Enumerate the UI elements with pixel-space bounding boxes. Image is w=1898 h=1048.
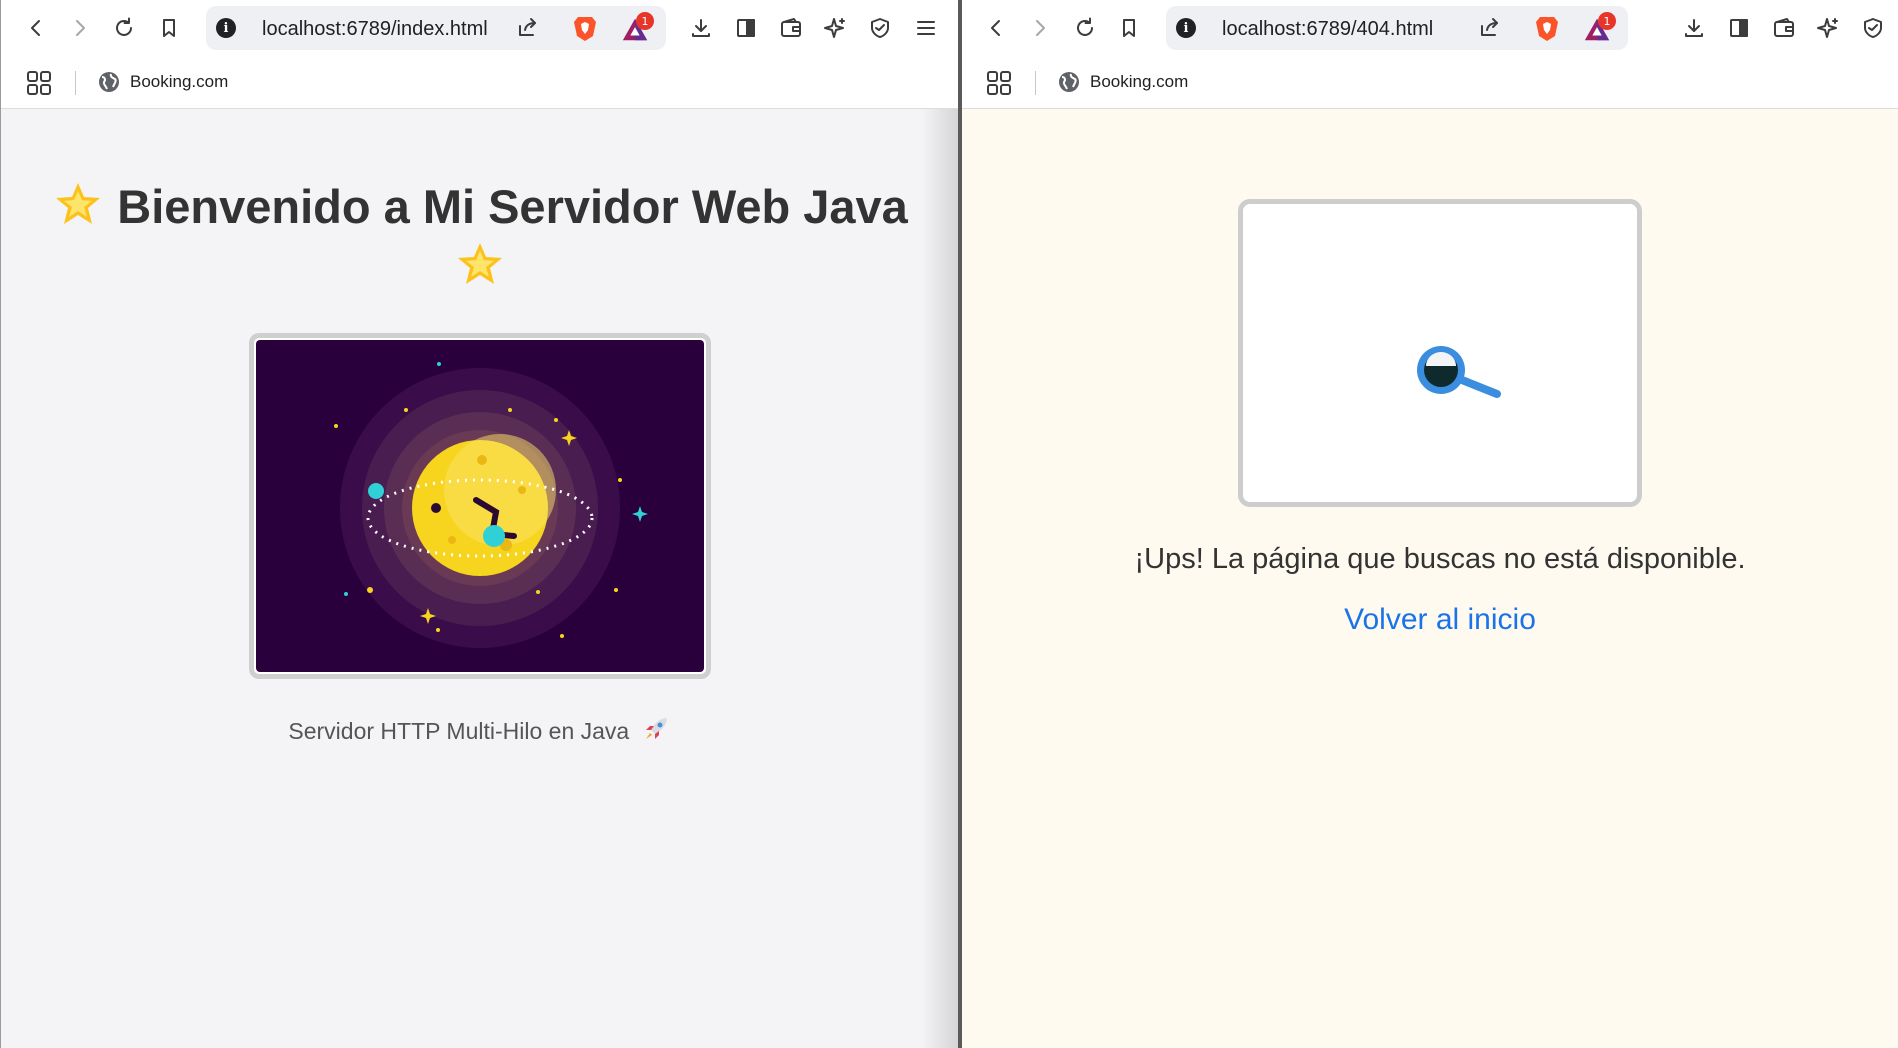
index-page: Bienvenido a Mi Servidor Web Java Servid…	[0, 109, 958, 1048]
bookmark-button[interactable]	[1109, 8, 1149, 48]
address-bar[interactable]: i localhost:6789/404.html 1	[1166, 6, 1628, 50]
share-icon	[1481, 18, 1498, 36]
magnifier-icon	[1417, 346, 1501, 398]
server-illustration-frame	[249, 333, 711, 679]
site-info-icon[interactable]: i	[216, 18, 236, 38]
bookmarks-bar: Booking.com	[962, 56, 1898, 109]
wallet-icon	[781, 18, 801, 37]
bookmark-icon	[163, 19, 175, 37]
glowing-star-icon	[454, 239, 506, 289]
sidebar-icon	[1730, 19, 1748, 37]
bookmark-booking[interactable]: Booking.com	[1058, 69, 1188, 95]
download-icon	[1685, 19, 1703, 37]
bookmarks-bar: Booking.com	[0, 56, 958, 109]
bookmarks-separator	[1035, 71, 1036, 95]
bookmark-icon	[1123, 19, 1135, 37]
globe-icon	[99, 72, 119, 92]
title-text: Bienvenido a Mi Servidor Web Java	[117, 180, 908, 233]
wallet-icon	[1774, 18, 1794, 37]
reload-button[interactable]	[1065, 8, 1105, 48]
forward-icon	[1036, 20, 1045, 36]
back-icon	[31, 20, 40, 36]
back-icon	[991, 20, 1000, 36]
browser-window-right: i localhost:6789/404.html 1 Booking.com	[962, 0, 1898, 1048]
share-icon	[519, 18, 536, 36]
page-title: Bienvenido a Mi Servidor Web Java	[30, 177, 930, 297]
rewards-badge: 1	[636, 12, 654, 30]
downloads-button[interactable]	[1674, 8, 1714, 48]
brave-shields-button[interactable]	[570, 13, 600, 43]
not-found-image-frame	[1238, 199, 1642, 507]
bookmark-booking[interactable]: Booking.com	[98, 69, 228, 95]
bookmarks-separator	[75, 71, 76, 95]
brave-shields-button[interactable]	[1532, 13, 1562, 43]
not-found-message: ¡Ups! La página que buscas no está dispo…	[1134, 543, 1746, 575]
planet-orbit-illustration	[256, 340, 704, 672]
caption-text: Servidor HTTP Multi-Hilo en Java	[288, 718, 630, 744]
share-button[interactable]	[516, 15, 542, 41]
forward-button[interactable]	[60, 8, 100, 48]
share-button[interactable]	[1478, 15, 1504, 41]
bookmark-label: Booking.com	[130, 72, 229, 91]
bookmark-label: Booking.com	[1090, 72, 1189, 91]
wallet-button[interactable]	[1764, 8, 1804, 48]
browser-window-left: i localhost:6789/index.html 1 Booking.co…	[0, 0, 958, 1048]
sparkle-icon	[1817, 18, 1838, 38]
leo-ai-button[interactable]	[815, 8, 855, 48]
back-button[interactable]	[976, 8, 1016, 48]
back-home-link[interactable]: Volver al inicio	[962, 603, 1898, 637]
url-text: localhost:6789/404.html	[1222, 18, 1434, 40]
globe-icon	[1059, 72, 1079, 92]
brave-rewards-button[interactable]: 1	[1582, 12, 1616, 45]
site-info-icon[interactable]: i	[1176, 18, 1196, 38]
address-bar[interactable]: i localhost:6789/index.html 1	[206, 6, 666, 50]
apps-grid-icon[interactable]	[986, 70, 1012, 96]
brave-lion-icon	[1536, 17, 1558, 41]
forward-button[interactable]	[1020, 8, 1060, 48]
glowing-star-icon	[52, 179, 104, 229]
rewards-badge: 1	[1598, 12, 1616, 30]
shield-icon	[871, 18, 889, 38]
not-found-page: ¡Ups! La página que buscas no está dispo…	[962, 109, 1898, 1048]
sidebar-icon	[737, 19, 755, 37]
downloads-button[interactable]	[681, 8, 721, 48]
sparkle-icon	[824, 18, 845, 38]
vpn-button[interactable]	[860, 8, 900, 48]
brave-rewards-button[interactable]: 1	[620, 12, 654, 45]
shield-icon	[1864, 18, 1882, 38]
url-text: localhost:6789/index.html	[262, 18, 488, 40]
menu-button[interactable]	[906, 8, 946, 48]
page-caption: Servidor HTTP Multi-Hilo en Java	[0, 715, 958, 745]
rocket-icon	[642, 715, 670, 743]
browser-toolbar: i localhost:6789/404.html 1	[962, 0, 1898, 56]
leo-ai-button[interactable]	[1808, 8, 1848, 48]
browser-toolbar: i localhost:6789/index.html 1	[0, 0, 958, 56]
bookmark-button[interactable]	[149, 8, 189, 48]
reload-icon	[1077, 17, 1093, 36]
window-edge	[0, 0, 1, 1048]
wallet-button[interactable]	[771, 8, 811, 48]
sidebar-button[interactable]	[1719, 8, 1759, 48]
hamburger-menu-icon	[917, 21, 935, 35]
download-icon	[692, 19, 710, 37]
brave-lion-icon	[574, 17, 596, 41]
back-button[interactable]	[16, 8, 56, 48]
sidebar-button[interactable]	[726, 8, 766, 48]
apps-grid-icon[interactable]	[26, 70, 52, 96]
vpn-button[interactable]	[1853, 8, 1893, 48]
reload-icon	[116, 17, 132, 36]
forward-icon	[76, 20, 85, 36]
reload-button[interactable]	[104, 8, 144, 48]
